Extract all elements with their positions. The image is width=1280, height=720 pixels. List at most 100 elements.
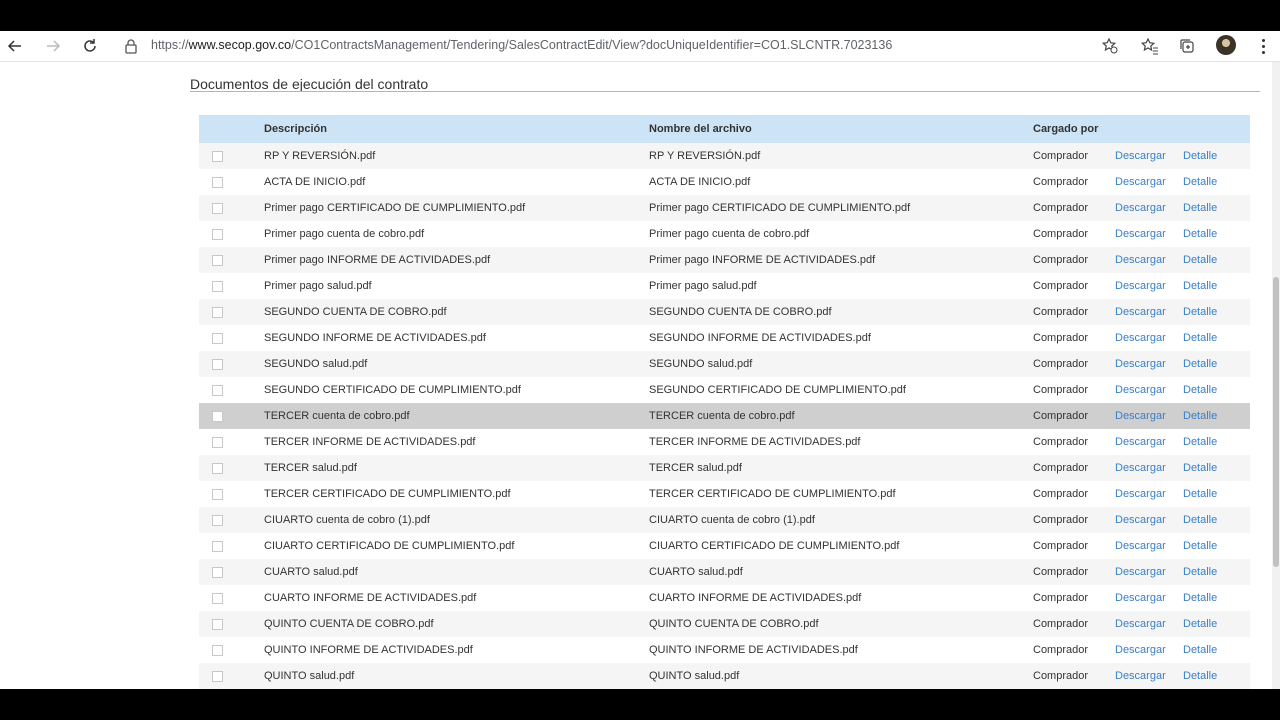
row-checkbox[interactable] xyxy=(212,358,223,370)
row-checkbox[interactable] xyxy=(212,254,223,266)
download-link[interactable]: Descargar xyxy=(1115,436,1166,448)
table-row[interactable]: TERCER CERTIFICADO DE CUMPLIMIENTO.pdf TE… xyxy=(199,481,1250,507)
row-checkbox[interactable] xyxy=(212,332,223,344)
download-link[interactable]: Descargar xyxy=(1115,332,1166,344)
detail-link[interactable]: Detalle xyxy=(1183,202,1217,214)
detail-link[interactable]: Detalle xyxy=(1183,670,1217,682)
scrollbar-thumb[interactable] xyxy=(1273,277,1279,567)
detail-link[interactable]: Detalle xyxy=(1183,566,1217,578)
collections-icon[interactable] xyxy=(1178,37,1196,55)
row-checkbox[interactable] xyxy=(212,566,223,578)
download-link[interactable]: Descargar xyxy=(1115,462,1166,474)
back-button[interactable] xyxy=(3,35,27,57)
table-row[interactable]: QUINTO CUENTA DE COBRO.pdf QUINTO CUENTA … xyxy=(199,611,1250,637)
table-row[interactable]: CUARTO INFORME DE ACTIVIDADES.pdf CUARTO … xyxy=(199,585,1250,611)
row-checkbox[interactable] xyxy=(212,202,223,214)
download-link[interactable]: Descargar xyxy=(1115,644,1166,656)
download-link[interactable]: Descargar xyxy=(1115,618,1166,630)
download-link[interactable]: Descargar xyxy=(1115,410,1166,422)
download-link[interactable]: Descargar xyxy=(1115,670,1166,682)
detail-link[interactable]: Detalle xyxy=(1183,436,1217,448)
row-checkbox[interactable] xyxy=(212,644,223,656)
detail-link[interactable]: Detalle xyxy=(1183,384,1217,396)
row-checkbox[interactable] xyxy=(212,488,223,500)
detail-link[interactable]: Detalle xyxy=(1183,462,1217,474)
refresh-button[interactable] xyxy=(78,35,102,57)
download-link[interactable]: Descargar xyxy=(1115,358,1166,370)
table-row[interactable]: SEGUNDO salud.pdf SEGUNDO salud.pdf Compra… xyxy=(199,351,1250,377)
forward-button[interactable] xyxy=(41,35,65,57)
download-link[interactable]: Descargar xyxy=(1115,488,1166,500)
row-checkbox[interactable] xyxy=(212,150,223,162)
table-row[interactable]: Primer pago salud.pdf Primer pago salud.p… xyxy=(199,273,1250,299)
vertical-scrollbar[interactable] xyxy=(1272,62,1280,689)
more-menu-icon[interactable] xyxy=(1256,37,1270,55)
row-checkbox[interactable] xyxy=(212,670,223,682)
detail-link[interactable]: Detalle xyxy=(1183,410,1217,422)
detail-link[interactable]: Detalle xyxy=(1183,644,1217,656)
download-link[interactable]: Descargar xyxy=(1115,384,1166,396)
download-link[interactable]: Descargar xyxy=(1115,306,1166,318)
favorites-icon[interactable] xyxy=(1141,37,1159,55)
download-link[interactable]: Descargar xyxy=(1115,176,1166,188)
detail-link[interactable]: Detalle xyxy=(1183,306,1217,318)
favorite-add-icon[interactable] xyxy=(1101,37,1119,55)
address-bar[interactable]: https://www.secop.gov.co/CO1ContractsMan… xyxy=(151,38,892,52)
row-filename: CUARTO INFORME DE ACTIVIDADES.pdf xyxy=(649,592,862,604)
row-checkbox[interactable] xyxy=(212,410,223,422)
table-row[interactable]: SEGUNDO INFORME DE ACTIVIDADES.pdf SEGUND… xyxy=(199,325,1250,351)
row-checkbox[interactable] xyxy=(212,592,223,604)
download-link[interactable]: Descargar xyxy=(1115,254,1166,266)
table-row[interactable]: TERCER INFORME DE ACTIVIDADES.pdf TERCER … xyxy=(199,429,1250,455)
profile-avatar[interactable] xyxy=(1216,35,1236,55)
detail-link[interactable]: Detalle xyxy=(1183,228,1217,240)
download-link[interactable]: Descargar xyxy=(1115,228,1166,240)
row-filename: Primer pago cuenta de cobro.pdf xyxy=(649,228,810,240)
row-checkbox[interactable] xyxy=(212,514,223,526)
detail-link[interactable]: Detalle xyxy=(1183,618,1217,630)
detail-link[interactable]: Detalle xyxy=(1183,540,1217,552)
detail-link[interactable]: Detalle xyxy=(1183,176,1217,188)
download-link[interactable]: Descargar xyxy=(1115,592,1166,604)
detail-link[interactable]: Detalle xyxy=(1183,592,1217,604)
table-row[interactable]: CIUARTO CERTIFICADO DE CUMPLIMIENTO.pdf C… xyxy=(199,533,1250,559)
row-checkbox[interactable] xyxy=(212,228,223,240)
detail-link[interactable]: Detalle xyxy=(1183,150,1217,162)
row-checkbox[interactable] xyxy=(212,306,223,318)
download-link[interactable]: Descargar xyxy=(1115,566,1166,578)
table-row[interactable]: SEGUNDO CERTIFICADO DE CUMPLIMIENTO.pdf S… xyxy=(199,377,1250,403)
download-link[interactable]: Descargar xyxy=(1115,540,1166,552)
detail-link[interactable]: Detalle xyxy=(1183,358,1217,370)
table-row[interactable]: CUARTO salud.pdf CUARTO salud.pdf Comprado… xyxy=(199,559,1250,585)
row-checkbox[interactable] xyxy=(212,436,223,448)
row-checkbox[interactable] xyxy=(212,462,223,474)
download-link[interactable]: Descargar xyxy=(1115,280,1166,292)
table-row[interactable]: Primer pago CERTIFICADO DE CUMPLIMIENTO.… xyxy=(199,195,1250,221)
row-checkbox[interactable] xyxy=(212,384,223,396)
table-row[interactable]: ACTA DE INICIO.pdf ACTA DE INICIO.pdf Comp… xyxy=(199,169,1250,195)
download-link[interactable]: Descargar xyxy=(1115,150,1166,162)
table-row[interactable]: Primer pago INFORME DE ACTIVIDADES.pdf Pr… xyxy=(199,247,1250,273)
table-row[interactable]: TERCER cuenta de cobro.pdf TERCER cuenta … xyxy=(199,403,1250,429)
detail-link[interactable]: Detalle xyxy=(1183,280,1217,292)
detail-link[interactable]: Detalle xyxy=(1183,254,1217,266)
table-row[interactable]: Primer pago cuenta de cobro.pdf Primer pa… xyxy=(199,221,1250,247)
detail-link[interactable]: Detalle xyxy=(1183,488,1217,500)
row-checkbox[interactable] xyxy=(212,618,223,630)
download-link[interactable]: Descargar xyxy=(1115,514,1166,526)
row-checkbox[interactable] xyxy=(212,540,223,552)
detail-link[interactable]: Detalle xyxy=(1183,332,1217,344)
row-checkbox[interactable] xyxy=(212,176,223,188)
table-row[interactable]: TERCER salud.pdf TERCER salud.pdf Comprado… xyxy=(199,455,1250,481)
table-row[interactable]: QUINTO salud.pdf QUINTO salud.pdf Comprado… xyxy=(199,663,1250,689)
download-link[interactable]: Descargar xyxy=(1115,202,1166,214)
row-uploaded-by: Comprador xyxy=(1033,488,1089,500)
table-row[interactable]: CIUARTO cuenta de cobro (1).pdf CIUARTO c… xyxy=(199,507,1250,533)
detail-link[interactable]: Detalle xyxy=(1183,514,1217,526)
lock-icon[interactable] xyxy=(124,38,138,54)
table-row[interactable]: QUINTO INFORME DE ACTIVIDADES.pdf QUINTO … xyxy=(199,637,1250,663)
table-row[interactable]: SEGUNDO CUENTA DE COBRO.pdf SEGUNDO CUENT… xyxy=(199,299,1250,325)
url-host: www.secop.gov.co xyxy=(188,38,292,52)
table-row[interactable]: RP Y REVERSIÓN.pdf RP Y REVERSIÓN.pdf Comp… xyxy=(199,143,1250,169)
row-checkbox[interactable] xyxy=(212,280,223,292)
